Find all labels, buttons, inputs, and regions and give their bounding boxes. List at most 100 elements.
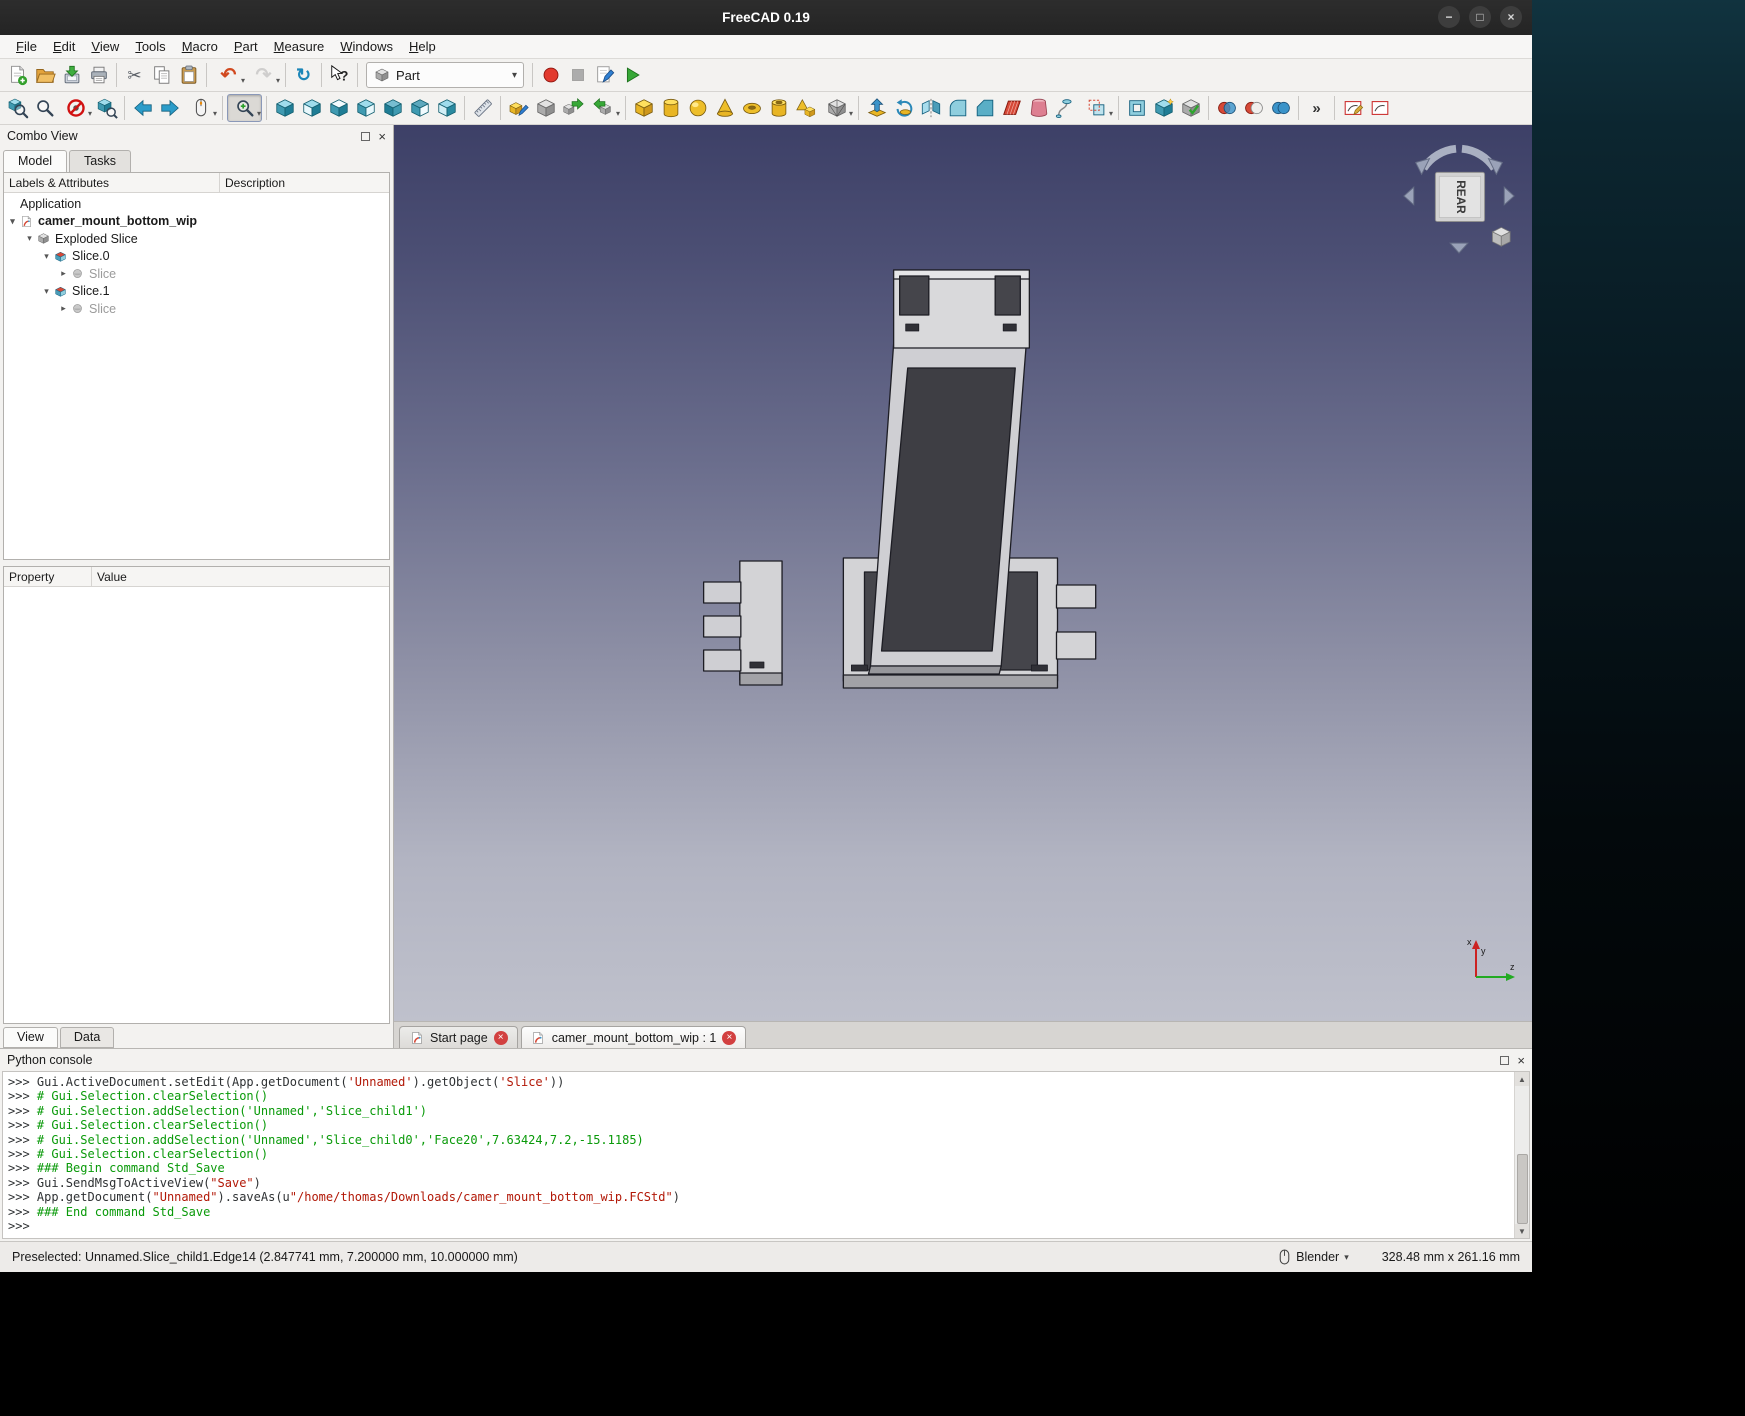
expander-closed-icon[interactable]: ▸ (58, 268, 69, 279)
sketcher-new-sketch-button[interactable] (1339, 94, 1366, 122)
view-refresh-button[interactable]: ↻ (290, 61, 317, 89)
expander-open-icon[interactable]: ▾ (41, 251, 52, 262)
part-box-button[interactable] (630, 94, 657, 122)
tab-view[interactable]: View (3, 1027, 58, 1048)
maximize-button[interactable]: □ (1469, 6, 1491, 28)
edit-undo-button[interactable]: ↶ (211, 61, 246, 89)
part-torus-button[interactable] (738, 94, 765, 122)
chevron-down-icon[interactable]: ▾ (1344, 1252, 1349, 1263)
part-export-button[interactable] (559, 94, 586, 122)
part-boolean-button[interactable] (1213, 94, 1240, 122)
close-tab-icon[interactable]: × (494, 1031, 508, 1045)
view-fit-all-button[interactable] (4, 94, 31, 122)
edit-redo-button[interactable]: ↷ (246, 61, 281, 89)
part-mirror-button[interactable] (917, 94, 944, 122)
part-refine-shape-button[interactable] (1150, 94, 1177, 122)
menu-help[interactable]: Help (401, 37, 444, 56)
view-zoom-button[interactable] (227, 94, 262, 122)
minimize-button[interactable]: − (1438, 6, 1460, 28)
part-shapebuilder-button[interactable] (505, 94, 532, 122)
float-panel-icon[interactable] (1500, 1056, 1509, 1065)
tree-header-description[interactable]: Description (220, 176, 285, 190)
macro-execute-button[interactable] (618, 61, 645, 89)
part-primitives-button[interactable] (792, 94, 819, 122)
toolbar-overflow-button[interactable]: » (1303, 94, 1330, 122)
tree-item-exploded-slice[interactable]: ▾Exploded Slice (4, 230, 389, 248)
part-thickness-button[interactable] (1123, 94, 1150, 122)
part-union-button[interactable] (1267, 94, 1294, 122)
3d-viewport[interactable]: REAR x y z (394, 125, 1532, 1021)
edit-paste-button[interactable] (175, 61, 202, 89)
menu-part[interactable]: Part (226, 37, 266, 56)
part-fillet-button[interactable] (944, 94, 971, 122)
part-ruled-surface-button[interactable] (998, 94, 1025, 122)
console-lines[interactable]: >>> Gui.ActiveDocument.setEdit(App.getDo… (3, 1072, 1514, 1238)
tree-item-application[interactable]: Application (4, 195, 389, 213)
value-column-header[interactable]: Value (92, 570, 127, 584)
part-import-button[interactable] (586, 94, 621, 122)
part-sweep-button[interactable] (1052, 94, 1079, 122)
view-select-box-button[interactable] (93, 94, 120, 122)
tree-item-slice-0[interactable]: ▾Slice.0 (4, 248, 389, 266)
file-print-button[interactable] (85, 61, 112, 89)
scrollbar-thumb[interactable] (1517, 1154, 1528, 1224)
part-cut-button[interactable] (1240, 94, 1267, 122)
console-scrollbar[interactable]: ▲ ▼ (1514, 1072, 1529, 1238)
macro-edit-button[interactable] (591, 61, 618, 89)
view-fit-selection-button[interactable] (31, 94, 58, 122)
menu-windows[interactable]: Windows (332, 37, 401, 56)
tab-data[interactable]: Data (60, 1027, 114, 1048)
part-check-geometry-button[interactable] (1177, 94, 1204, 122)
macro-stop-button[interactable] (564, 61, 591, 89)
titlebar[interactable]: FreeCAD 0.19 − □ × (0, 0, 1532, 35)
part-loft-button[interactable] (1025, 94, 1052, 122)
menu-tools[interactable]: Tools (127, 37, 173, 56)
expander-open-icon[interactable]: ▾ (24, 233, 35, 244)
part-shape-from-mesh-button[interactable] (819, 94, 854, 122)
sketcher-view-sketch-button[interactable] (1366, 94, 1393, 122)
menu-view[interactable]: View (83, 37, 127, 56)
measure-distance-button[interactable] (469, 94, 496, 122)
tab-tasks[interactable]: Tasks (69, 150, 131, 172)
workbench-selector[interactable]: Part▾ (366, 62, 524, 88)
part-sphere-button[interactable] (684, 94, 711, 122)
menu-measure[interactable]: Measure (266, 37, 333, 56)
whats-this-button[interactable]: ? (326, 61, 353, 89)
view-front-button[interactable] (298, 94, 325, 122)
view-isometric-button[interactable] (271, 94, 298, 122)
tab-start-page[interactable]: Start page × (399, 1026, 518, 1048)
scroll-down-icon[interactable]: ▼ (1515, 1224, 1529, 1238)
part-cylinder-button[interactable] (657, 94, 684, 122)
edit-copy-button[interactable] (148, 61, 175, 89)
menu-macro[interactable]: Macro (174, 37, 226, 56)
part-extrude-button[interactable] (863, 94, 890, 122)
part-offset-button[interactable] (1079, 94, 1114, 122)
edit-cut-button[interactable]: ✂ (121, 61, 148, 89)
tree-header-labels[interactable]: Labels & Attributes (4, 173, 220, 192)
part-create-group-button[interactable] (532, 94, 559, 122)
part-tube-button[interactable] (765, 94, 792, 122)
part-cone-button[interactable] (711, 94, 738, 122)
tree-item-camer-mount-bottom-wip[interactable]: ▾camer_mount_bottom_wip (4, 213, 389, 231)
view-left-button[interactable] (433, 94, 460, 122)
close-tab-icon[interactable]: × (722, 1031, 736, 1045)
close-panel-icon[interactable]: × (378, 130, 386, 143)
view-right-button[interactable] (352, 94, 379, 122)
tab-document[interactable]: camer_mount_bottom_wip : 1 × (521, 1026, 747, 1048)
scroll-up-icon[interactable]: ▲ (1515, 1072, 1529, 1086)
property-column-header[interactable]: Property (4, 567, 92, 586)
part-chamfer-button[interactable] (971, 94, 998, 122)
mini-cube-icon[interactable] (1492, 227, 1510, 246)
menu-edit[interactable]: Edit (45, 37, 83, 56)
nav-forward-button[interactable] (156, 94, 183, 122)
view-bottom-button[interactable] (406, 94, 433, 122)
nav-style-selector[interactable]: Blender (1296, 1250, 1339, 1264)
file-new-button[interactable] (4, 61, 31, 89)
expander-closed-icon[interactable]: ▸ (58, 303, 69, 314)
tab-model[interactable]: Model (3, 150, 67, 172)
nav-back-button[interactable] (129, 94, 156, 122)
close-button[interactable]: × (1500, 6, 1522, 28)
menu-file[interactable]: File (8, 37, 45, 56)
view-draw-style-button[interactable] (58, 94, 93, 122)
macro-record-button[interactable] (537, 61, 564, 89)
